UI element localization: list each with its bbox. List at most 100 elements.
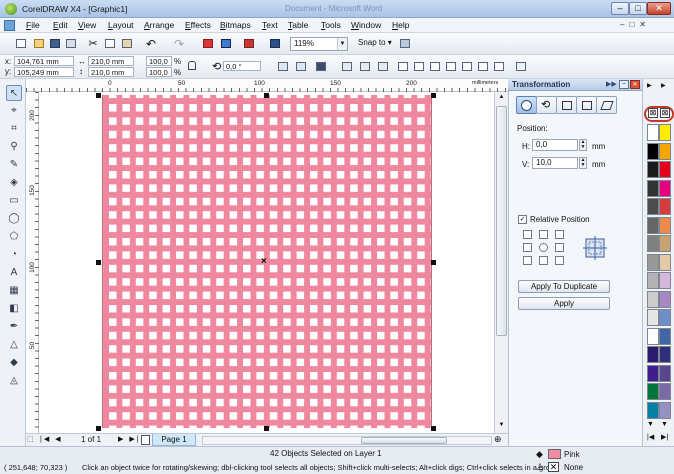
eyedropper-tool-icon[interactable]: ✒ — [6, 319, 22, 335]
menu-view[interactable]: View — [78, 20, 96, 30]
color-swatch[interactable] — [647, 253, 659, 271]
color-swatch[interactable] — [647, 401, 659, 419]
intersect-icon[interactable] — [444, 60, 458, 73]
h-spinner[interactable]: ▲ ▼ — [579, 139, 587, 151]
color-swatch[interactable] — [647, 235, 659, 252]
vertical-ruler[interactable]: 200 150 100 50 — [26, 92, 39, 433]
v-position-field[interactable]: 10,0 — [532, 157, 578, 169]
menu-help[interactable]: Help — [392, 20, 409, 30]
basic-shapes-icon[interactable]: ◔ — [6, 247, 22, 263]
import-icon[interactable] — [201, 37, 215, 50]
horizontal-ruler[interactable]: 0 50 100 150 200 millimeters — [26, 79, 508, 92]
anchor-middle-right[interactable] — [555, 243, 564, 252]
zoom-level-combo[interactable]: 119% ▼ — [290, 37, 348, 51]
scroll-thumb[interactable] — [496, 106, 507, 336]
palette-scroll-down-icon[interactable]: ▼ — [647, 421, 654, 428]
selection-handle[interactable] — [96, 426, 101, 431]
palette-end-icon[interactable]: |◀ — [647, 433, 654, 441]
color-swatch[interactable] — [647, 327, 659, 345]
palette-expand-icon[interactable]: ▼ — [661, 421, 668, 428]
color-swatch[interactable] — [647, 272, 659, 289]
docker-minimize-icon[interactable]: – — [619, 80, 629, 89]
color-swatch[interactable] — [659, 124, 671, 141]
scale-height-field[interactable]: 100,0 — [146, 67, 172, 77]
color-swatch[interactable] — [659, 272, 671, 289]
cut-icon[interactable]: ✂ — [86, 37, 100, 50]
position-transform-button[interactable] — [516, 96, 537, 114]
palette-scroll-left-icon[interactable]: ▶ — [661, 82, 666, 89]
freehand-tool-icon[interactable]: ✎ — [6, 157, 22, 173]
document-menu-icon[interactable] — [4, 20, 15, 31]
color-swatch[interactable] — [647, 383, 659, 400]
color-swatch[interactable] — [659, 235, 671, 252]
rotation-angle-field[interactable]: 0,0 ° — [223, 61, 261, 71]
ellipse-tool-icon[interactable]: ◯ — [6, 211, 22, 227]
color-swatch[interactable] — [647, 198, 659, 215]
app-launcher-icon[interactable] — [242, 37, 256, 50]
add-page-icon[interactable] — [141, 435, 150, 445]
interactive-fill-icon[interactable]: ◬ — [6, 373, 22, 389]
anchor-top-left[interactable] — [523, 230, 532, 239]
color-swatch[interactable] — [647, 161, 659, 178]
color-swatch[interactable] — [659, 290, 671, 308]
redo-icon[interactable]: ↷ — [172, 37, 186, 51]
close-button[interactable]: ✕ — [647, 2, 671, 15]
back-minus-front-icon[interactable] — [492, 60, 506, 73]
color-swatch[interactable] — [647, 179, 659, 197]
palette-scroll-up-icon[interactable]: ▶ — [647, 82, 652, 89]
anchor-top-right[interactable] — [555, 230, 564, 239]
snap-to-dropdown[interactable]: Snap to ▾ — [358, 38, 392, 47]
anchor-bottom-center[interactable] — [539, 256, 548, 265]
ungroup-all-icon[interactable] — [376, 60, 390, 73]
simplify-icon[interactable] — [460, 60, 474, 73]
corner-zoom-icon[interactable]: ⬚ — [27, 435, 37, 445]
skew-transform-button[interactable] — [596, 96, 617, 114]
align-distribute-icon[interactable] — [314, 60, 328, 73]
menu-effects[interactable]: Effects — [185, 20, 211, 30]
no-outline-swatch[interactable]: ⊠ — [660, 108, 670, 118]
color-swatch[interactable] — [659, 346, 671, 363]
anchor-top-center[interactable] — [539, 230, 548, 239]
welcome-screen-icon[interactable] — [268, 37, 282, 50]
navigator-icon[interactable]: ⊕ — [494, 434, 506, 446]
next-last-page-icon[interactable]: ▶ ▶| — [118, 435, 141, 443]
anchor-center[interactable] — [539, 243, 548, 252]
menu-text[interactable]: Text — [262, 20, 278, 30]
shape-tool-icon[interactable]: ⌖ — [6, 103, 22, 119]
color-swatch[interactable] — [647, 309, 659, 326]
color-swatch[interactable] — [647, 364, 659, 382]
color-swatch[interactable] — [659, 383, 671, 400]
scale-mirror-transform-button[interactable] — [556, 96, 577, 114]
text-tool-icon[interactable]: A — [6, 265, 22, 281]
selection-handle[interactable] — [264, 93, 269, 98]
selection-handle[interactable] — [431, 426, 436, 431]
menu-layout[interactable]: Layout — [108, 20, 134, 30]
color-swatch[interactable] — [659, 401, 671, 419]
scroll-down-icon[interactable]: ▼ — [496, 422, 507, 432]
outline-tool-icon[interactable]: △ — [6, 337, 22, 353]
undo-icon[interactable]: ↶ — [144, 37, 158, 51]
table-tool-icon[interactable]: ▦ — [6, 283, 22, 299]
color-swatch[interactable] — [647, 142, 659, 160]
scale-width-field[interactable]: 100,0 — [146, 56, 172, 66]
trim-icon[interactable] — [428, 60, 442, 73]
x-position-field[interactable]: 104,761 mm — [14, 56, 74, 66]
smart-fill-icon[interactable]: ◈ — [6, 175, 22, 191]
outline-none-swatch[interactable]: ✕ — [548, 462, 559, 472]
menu-arrange[interactable]: Arrange — [144, 20, 174, 30]
selection-handle[interactable] — [431, 260, 436, 265]
combine-icon[interactable] — [396, 60, 410, 73]
zoom-tool-icon[interactable]: ⚲ — [6, 139, 22, 155]
menu-bitmaps[interactable]: Bitmaps — [220, 20, 251, 30]
h-position-field[interactable]: 0,0 — [532, 139, 578, 151]
scroll-up-icon[interactable]: ▲ — [496, 94, 507, 104]
color-swatch[interactable] — [647, 290, 659, 308]
fill-tool-icon[interactable]: ◆ — [6, 355, 22, 371]
front-minus-back-icon[interactable] — [476, 60, 490, 73]
menu-edit[interactable]: Edit — [53, 20, 68, 30]
color-swatch[interactable] — [659, 327, 671, 345]
maximize-button[interactable]: □ — [629, 2, 647, 15]
selection-handle[interactable] — [96, 260, 101, 265]
group-icon[interactable] — [340, 60, 354, 73]
size-transform-button[interactable] — [576, 96, 597, 114]
